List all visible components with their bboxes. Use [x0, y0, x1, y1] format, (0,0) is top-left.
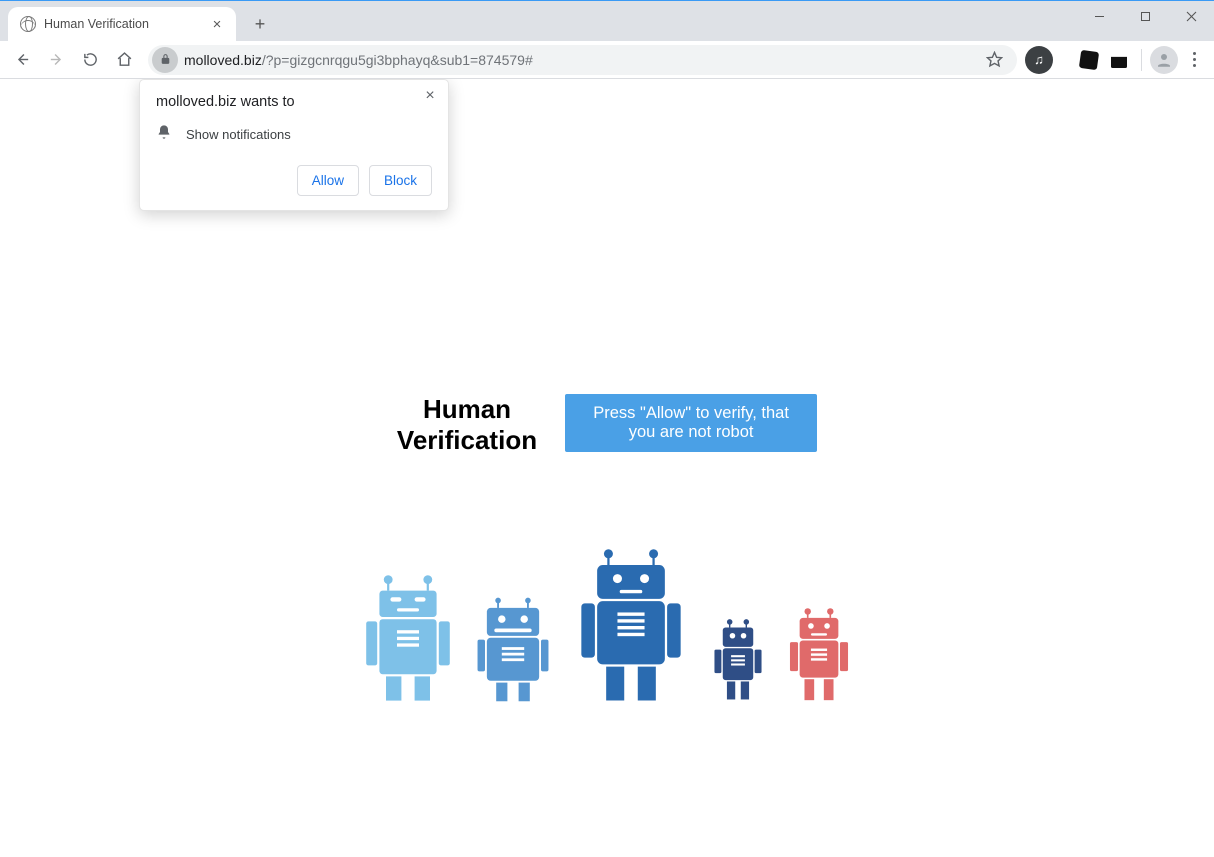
window-controls: [1076, 1, 1214, 41]
instruction-banner: Press "Allow" to verify, that you are no…: [565, 394, 817, 452]
block-button[interactable]: Block: [369, 165, 432, 196]
robot-icon: [362, 573, 454, 705]
new-tab-button[interactable]: +: [246, 10, 274, 38]
minimize-button[interactable]: [1076, 1, 1122, 31]
page-heading: HumanVerification: [397, 394, 537, 456]
globe-icon: [20, 16, 36, 32]
close-window-button[interactable]: [1168, 1, 1214, 31]
robot-icon: [710, 615, 766, 705]
notification-permission-popup: × molloved.biz wants to Show notificatio…: [139, 79, 449, 211]
titlebar: Human Verification × +: [0, 1, 1214, 41]
robot-icon: [572, 547, 690, 705]
maximize-button[interactable]: [1122, 1, 1168, 31]
popup-close-icon[interactable]: ×: [420, 86, 440, 106]
permission-label: Show notifications: [186, 127, 291, 142]
tab-title: Human Verification: [44, 17, 208, 31]
home-button[interactable]: [108, 44, 140, 76]
reload-button[interactable]: [74, 44, 106, 76]
extension-music-icon[interactable]: ♫: [1025, 46, 1053, 74]
extension-cube-icon[interactable]: [1075, 46, 1103, 74]
extension-wallet-icon[interactable]: [1105, 46, 1133, 74]
forward-button[interactable]: [40, 44, 72, 76]
toolbar-divider: [1141, 49, 1142, 71]
robots-illustration: [0, 547, 1214, 705]
kebab-menu-button[interactable]: [1180, 52, 1208, 67]
page-content: × molloved.biz wants to Show notificatio…: [0, 79, 1214, 857]
profile-avatar-button[interactable]: [1150, 46, 1178, 74]
back-button[interactable]: [6, 44, 38, 76]
toolbar: molloved.biz/?p=gizgcnrqgu5gi3bphayq&sub…: [0, 41, 1214, 79]
address-bar[interactable]: molloved.biz/?p=gizgcnrqgu5gi3bphayq&sub…: [148, 45, 1017, 75]
allow-button[interactable]: Allow: [297, 165, 359, 196]
hero-section: HumanVerification Press "Allow" to verif…: [0, 394, 1214, 456]
robot-icon: [786, 605, 852, 705]
site-info-button[interactable]: [152, 47, 178, 73]
bell-icon: [156, 124, 172, 145]
popup-heading: molloved.biz wants to: [156, 94, 432, 110]
browser-tab[interactable]: Human Verification ×: [8, 7, 236, 41]
bookmark-star-icon[interactable]: [981, 51, 1007, 68]
url-text: molloved.biz/?p=gizgcnrqgu5gi3bphayq&sub…: [184, 52, 981, 68]
tab-close-icon[interactable]: ×: [208, 15, 226, 33]
robot-icon: [474, 593, 552, 705]
